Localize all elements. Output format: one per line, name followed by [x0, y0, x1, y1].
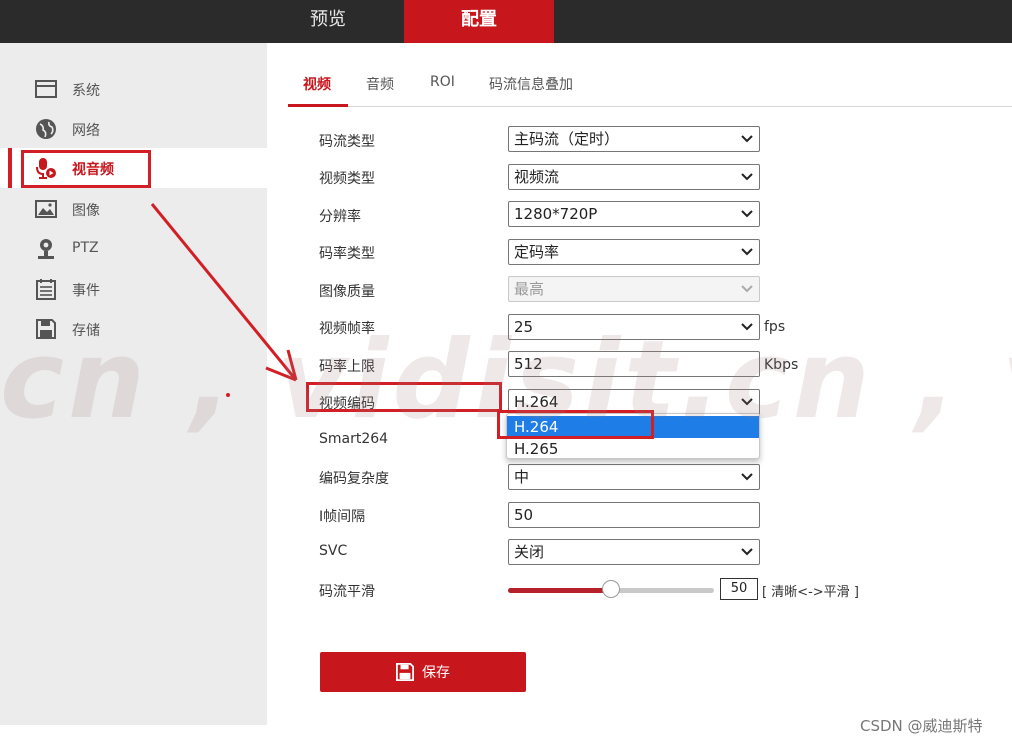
- calendar-icon: [34, 278, 58, 300]
- image-quality-value: 最高: [514, 280, 545, 298]
- video-type-label: 视频类型: [319, 171, 375, 187]
- credit-text: CSDN @威迪斯特: [860, 717, 983, 735]
- annotation-box-video-encoding: [306, 382, 502, 412]
- resolution-value: 1280*720P: [514, 205, 598, 223]
- annotation-box-sidebar: [21, 150, 151, 188]
- tab-divider: [288, 106, 1012, 107]
- chevron-down-icon: [741, 323, 753, 331]
- sidebar-item-label: 网络: [72, 123, 100, 139]
- smoothing-slider-thumb[interactable]: [602, 580, 620, 598]
- dropdown-option-h265[interactable]: H.265: [507, 438, 759, 460]
- sidebar-item-network[interactable]: 网络: [0, 109, 267, 149]
- frame-rate-value: 25: [514, 318, 534, 336]
- smoothing-label: 码流平滑: [319, 584, 375, 600]
- svc-label: SVC: [319, 543, 348, 559]
- save-button-label: 保存: [422, 665, 450, 681]
- nav-preview[interactable]: 预览: [268, 0, 388, 43]
- sidebar-item-label: 图像: [72, 203, 100, 219]
- complexity-value: 中: [514, 468, 530, 486]
- tab-video[interactable]: 视频: [303, 74, 331, 94]
- chevron-down-icon: [741, 248, 753, 256]
- tab-roi[interactable]: ROI: [430, 74, 455, 90]
- chevron-down-icon: [741, 210, 753, 218]
- save-button[interactable]: 保存: [320, 652, 526, 692]
- sidebar-item-system[interactable]: 系统: [0, 69, 267, 109]
- sidebar-item-label: PTZ: [72, 240, 99, 256]
- nav-config[interactable]: 配置: [404, 0, 554, 43]
- sidebar-item-label: 存储: [72, 323, 100, 339]
- tab-audio[interactable]: 音频: [366, 74, 394, 94]
- sidebar-item-label: 事件: [72, 283, 100, 299]
- chevron-down-icon: [741, 173, 753, 181]
- smart264-label: Smart264: [319, 431, 389, 447]
- video-encoding-value: H.264: [514, 393, 559, 411]
- video-type-select[interactable]: 视频流: [508, 164, 760, 190]
- max-bitrate-unit: Kbps: [764, 357, 799, 373]
- system-window-icon: [34, 78, 58, 100]
- svc-select[interactable]: 关闭: [508, 539, 760, 565]
- complexity-label: 编码复杂度: [319, 471, 389, 487]
- video-type-value: 视频流: [514, 168, 560, 186]
- sidebar-item-event[interactable]: 事件: [0, 269, 267, 309]
- sidebar-item-ptz[interactable]: PTZ: [0, 229, 267, 269]
- bitrate-type-select[interactable]: 定码率: [508, 239, 760, 265]
- annotation-box-h264: [497, 410, 654, 439]
- complexity-select[interactable]: 中: [508, 464, 760, 490]
- bitrate-type-label: 码率类型: [319, 246, 375, 262]
- max-bitrate-input[interactable]: 512: [508, 351, 760, 377]
- chevron-down-icon: [741, 473, 753, 481]
- sidebar-item-image[interactable]: 图像: [0, 189, 267, 229]
- svc-value: 关闭: [514, 543, 545, 561]
- tab-active-underline: [288, 104, 348, 107]
- resolution-select[interactable]: 1280*720P: [508, 201, 760, 227]
- i-frame-interval-input[interactable]: 50: [508, 502, 760, 528]
- floppy-disk-icon: [396, 663, 414, 681]
- smoothing-slider-fill: [508, 588, 611, 593]
- stream-type-value: 主码流（定时）: [514, 130, 620, 148]
- image-icon: [34, 198, 58, 220]
- globe-icon: [34, 118, 58, 140]
- chevron-down-icon: [741, 548, 753, 556]
- sidebar-item-label: 系统: [72, 83, 100, 99]
- image-quality-label: 图像质量: [319, 284, 375, 300]
- max-bitrate-label: 码率上限: [319, 359, 375, 375]
- smoothing-value-input[interactable]: 50: [720, 578, 758, 600]
- bitrate-type-value: 定码率: [514, 243, 560, 261]
- tab-stream-overlay[interactable]: 码流信息叠加: [489, 74, 573, 94]
- frame-rate-label: 视频帧率: [319, 321, 375, 337]
- smoothing-hint: [ 清晰<->平滑 ]: [762, 585, 859, 600]
- resolution-label: 分辨率: [319, 209, 361, 225]
- sidebar-active-indicator: [8, 148, 12, 188]
- image-quality-select: 最高: [508, 276, 760, 302]
- stream-type-label: 码流类型: [319, 134, 375, 150]
- sidebar-item-storage[interactable]: 存储: [0, 309, 267, 349]
- chevron-down-icon: [741, 285, 753, 293]
- stream-type-select[interactable]: 主码流（定时）: [508, 126, 760, 152]
- chevron-down-icon: [741, 135, 753, 143]
- chevron-down-icon: [741, 398, 753, 406]
- i-frame-interval-label: I帧间隔: [319, 509, 366, 525]
- floppy-disk-icon: [34, 318, 58, 340]
- ptz-camera-icon: [34, 238, 58, 260]
- frame-rate-unit: fps: [764, 319, 786, 335]
- frame-rate-select[interactable]: 25: [508, 314, 760, 340]
